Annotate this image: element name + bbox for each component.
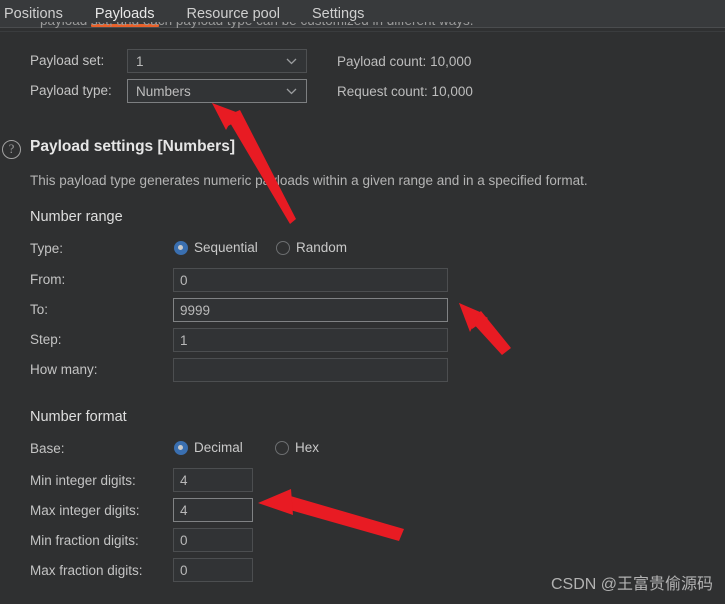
radio-random-indicator: [276, 240, 290, 255]
watermark: CSDN @王富贵偷源码: [550, 576, 713, 593]
radio-hex-label: Hex: [295, 440, 320, 455]
panel-divider: [0, 31, 725, 32]
payload-settings-title: Payload settings [Numbers]: [30, 138, 235, 155]
max-fraction-digits-input[interactable]: [173, 558, 253, 582]
radio-sequential-label: Sequential: [194, 240, 258, 255]
number-range-type-label: Type:: [30, 241, 64, 256]
payload-type-value: Numbers: [136, 83, 191, 99]
from-input[interactable]: [173, 268, 448, 292]
payload-type-dropdown[interactable]: Numbers: [127, 79, 307, 103]
from-label: From:: [30, 272, 66, 287]
to-input[interactable]: [173, 298, 448, 322]
tab-settings-label: Settings: [312, 6, 365, 22]
payload-settings-description: This payload type generates numeric payl…: [30, 173, 588, 188]
help-icon-glyph: ?: [8, 142, 15, 156]
max-fraction-digits-label: Max fraction digits:: [30, 563, 143, 578]
chevron-down-icon: [284, 84, 298, 98]
annotation-arrow-1: [212, 103, 296, 224]
annotation-arrow-2: [459, 303, 511, 355]
radio-random-label: Random: [296, 240, 348, 255]
min-integer-digits-input[interactable]: [173, 468, 253, 492]
radio-decimal-label: Decimal: [194, 440, 243, 455]
chevron-down-icon: [284, 54, 298, 68]
radio-hex-indicator: [275, 440, 289, 455]
payload-set-value: 1: [136, 53, 144, 69]
min-integer-digits-label: Min integer digits:: [30, 473, 136, 488]
scrolled-description-text: payload set, and each payload type can b…: [40, 22, 540, 31]
how-many-input[interactable]: [173, 358, 448, 382]
radio-sequential-indicator: [174, 240, 188, 255]
burp-intruder-payloads-panel: Positions Payloads Resource pool Setting…: [0, 0, 725, 604]
min-fraction-digits-label: Min fraction digits:: [30, 533, 139, 548]
tab-positions-label: Positions: [4, 6, 63, 22]
number-range-group-title: Number range: [30, 209, 123, 225]
tab-payloads-label: Payloads: [94, 6, 155, 22]
max-integer-digits-input[interactable]: [173, 498, 253, 522]
how-many-label: How many:: [30, 362, 98, 377]
payload-set-label: Payload set:: [30, 53, 105, 68]
to-label: To:: [30, 302, 49, 317]
radio-decimal[interactable]: Decimal: [174, 440, 243, 455]
radio-sequential[interactable]: Sequential: [174, 240, 258, 255]
annotation-arrow-3: [258, 489, 404, 541]
radio-decimal-indicator: [174, 440, 188, 455]
base-label: Base:: [30, 441, 65, 456]
min-fraction-digits-input[interactable]: [173, 528, 253, 552]
step-label: Step:: [30, 332, 62, 347]
step-input[interactable]: [173, 328, 448, 352]
number-format-group-title: Number format: [30, 409, 127, 425]
request-count-label: Request count: 10,000: [337, 84, 473, 99]
payload-set-dropdown[interactable]: 1: [127, 49, 307, 73]
tab-resource-pool-label: Resource pool: [186, 6, 281, 22]
max-integer-digits-label: Max integer digits:: [30, 503, 140, 518]
radio-random[interactable]: Random: [276, 240, 347, 255]
scrolled-description-label: payload set, and each payload type can b…: [40, 22, 540, 28]
radio-hex[interactable]: Hex: [275, 440, 319, 455]
payload-type-label: Payload type:: [30, 83, 112, 98]
help-icon[interactable]: ?: [2, 140, 21, 159]
payload-count-label: Payload count: 10,000: [337, 54, 472, 69]
